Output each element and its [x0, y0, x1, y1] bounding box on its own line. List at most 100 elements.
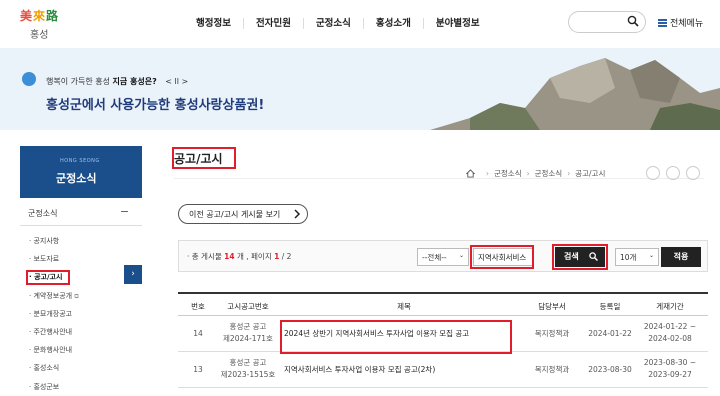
- search-icon[interactable]: [627, 15, 639, 27]
- print-icon[interactable]: [686, 166, 700, 180]
- rock-mountain-image: [430, 58, 720, 130]
- post-count: · 총 게시물 14 개 , 페이지 1 / 2: [187, 251, 291, 262]
- breadcrumb: › 군정소식 › 군정소식 › 공고/고시: [460, 168, 605, 179]
- nav-item-admin-info[interactable]: 행정정보: [184, 18, 244, 29]
- sidebar-item-notice[interactable]: · 공지사항: [20, 232, 142, 250]
- count-value: 14: [224, 252, 235, 261]
- title-divider: [174, 178, 704, 179]
- row-number: 14: [193, 329, 203, 338]
- row-period-end: 2023-09-27: [648, 370, 692, 379]
- filter-bar: · 총 게시물 14 개 , 페이지 1 / 2 --전체-- ⌄ 지역사회서비…: [178, 240, 708, 272]
- breadcrumb-sep: ›: [526, 169, 530, 178]
- breadcrumb-item-2[interactable]: 군정소식: [535, 168, 563, 179]
- play-badge-icon: [22, 72, 36, 86]
- announcement-table: 번호 고시공고번호 제목 담당부서 등록일 게재기간 14 홍성군 공고제202…: [178, 292, 708, 388]
- chevron-down-icon: ⌄: [648, 252, 654, 259]
- breadcrumb-sep: ›: [567, 169, 571, 178]
- row-code-line1: 홍성군 공고: [229, 358, 267, 367]
- table-row[interactable]: 13 홍성군 공고제2023-1515호 지역사회서비스 투자사업 이용자 모집…: [178, 352, 708, 388]
- row-code-line1: 홍성군 공고: [229, 322, 267, 331]
- link-icon[interactable]: [666, 166, 680, 180]
- nav-item-by-field[interactable]: 분야별정보: [424, 18, 492, 29]
- breadcrumb-sep: ›: [486, 169, 489, 178]
- row-dept: 복지정책과: [534, 365, 570, 374]
- header: 美來路 홍성 행정정보 전자민원 군정소식 홍성소개 분야별정보 전체메뉴: [0, 0, 720, 48]
- hamburger-icon: [658, 18, 667, 27]
- prev-posts-button[interactable]: 이전 공고/고시 게시물 보기: [178, 204, 308, 224]
- page-total: / 2: [279, 252, 292, 261]
- row-period-end: 2024-02-08: [648, 334, 692, 343]
- sidebar-header-title: 군정소식: [56, 172, 97, 185]
- header-search-input[interactable]: [568, 11, 646, 33]
- share-icon[interactable]: [646, 166, 660, 180]
- sidebar-item-contract-label: · 계약정보공개: [29, 291, 73, 300]
- search-highlight-box: [552, 244, 608, 270]
- nav-item-about[interactable]: 홍성소개: [364, 18, 424, 29]
- row-date: 2024-01-22: [588, 329, 632, 338]
- nav-item-e-civil[interactable]: 전자민원: [244, 18, 304, 29]
- sidebar-item-culture[interactable]: · 문화행사안내: [20, 341, 142, 359]
- all-menu-label: 전체메뉴: [670, 19, 704, 29]
- sidebar-category-label: 군정소식: [28, 209, 58, 218]
- banner-headline[interactable]: 홍성군에서 사용가능한 홍성사랑상품권!: [46, 94, 264, 113]
- count-suffix: 개 , 페이지: [234, 252, 275, 261]
- main-nav: 행정정보 전자민원 군정소식 홍성소개 분야별정보: [184, 18, 492, 29]
- sidebar-item-bulletin[interactable]: · 홍성군보: [20, 378, 142, 396]
- all-menu-button[interactable]: 전체메뉴: [658, 16, 703, 29]
- search-field-select[interactable]: --전체-- ⌄: [417, 248, 469, 266]
- row-number: 13: [193, 365, 203, 374]
- prev-posts-label: 이전 공고/고시 게시물 보기: [189, 209, 281, 219]
- sidebar-item-grave[interactable]: · 분묘개장공고: [20, 305, 142, 323]
- row-period-start: 2023-08-30 ~: [643, 358, 697, 367]
- sidebar-item-contract[interactable]: · 계약정보공개 ⧉: [20, 287, 142, 305]
- col-date: 등록일: [599, 302, 621, 311]
- count-prefix: · 총 게시물: [187, 252, 225, 261]
- banner[interactable]: 행복이 가득한 홍성 지금 홍성은? < ll > 홍성군에서 사용가능한 홍성…: [0, 48, 720, 130]
- row-date: 2023-08-30: [588, 365, 632, 374]
- breadcrumb-item-1[interactable]: 군정소식: [494, 168, 522, 179]
- row-title-link[interactable]: 지역사회서비스 투자사업 이용자 모집 공고(2차): [284, 364, 524, 376]
- row-dept: 복지정책과: [534, 329, 570, 338]
- row-code-line2: 제2023-1515호: [220, 370, 276, 379]
- logo-sub: 홍성: [30, 30, 49, 41]
- col-period: 게재기간: [656, 302, 684, 311]
- banner-slide-controls[interactable]: < ll >: [165, 77, 188, 86]
- chevron-right-icon: [294, 209, 301, 219]
- nav-item-county-news[interactable]: 군정소식: [304, 18, 364, 29]
- home-icon[interactable]: [466, 169, 475, 178]
- per-page-select[interactable]: 10개 ⌄: [615, 248, 659, 266]
- sidebar-active-arrow-icon[interactable]: ›: [124, 265, 142, 284]
- col-dept: 담당부서: [538, 302, 566, 311]
- col-code: 고시공고번호: [227, 302, 269, 311]
- breadcrumb-item-3[interactable]: 공고/고시: [575, 168, 605, 179]
- sidebar-category[interactable]: 군정소식: [20, 198, 142, 226]
- logo[interactable]: 美來路 홍성: [20, 7, 80, 43]
- title-highlight-box: [172, 147, 236, 169]
- sidebar-list: · 공지사항 · 보도자료 · 공고/고시 · 계약정보공개 ⧉ · 분묘개장공…: [20, 232, 142, 396]
- external-link-icon: ⧉: [74, 292, 79, 300]
- apply-button[interactable]: 적용: [661, 247, 701, 267]
- sidebar-item-weekly[interactable]: · 주간행사안내: [20, 323, 142, 341]
- row-period-start: 2024-01-22 ~: [643, 322, 697, 331]
- banner-subline-bold: 지금 홍성은?: [112, 77, 157, 86]
- row-code: 홍성군 공고제2024-171호: [218, 321, 278, 345]
- highlight-box: [26, 270, 70, 286]
- table-header: 번호 고시공고번호 제목 담당부서 등록일 게재기간: [178, 292, 708, 316]
- row-period: 2023-08-30 ~ 2023-09-27: [638, 357, 702, 381]
- row-code-line2: 제2024-171호: [223, 334, 273, 343]
- row-title-highlight-box: [280, 320, 512, 354]
- per-page-value: 10개: [620, 253, 637, 262]
- sidebar-header: HONG SEONG 군정소식: [20, 146, 142, 198]
- collapse-icon[interactable]: [121, 211, 128, 212]
- row-period: 2024-01-22 ~ 2024-02-08: [638, 321, 702, 345]
- select-value: --전체--: [422, 253, 447, 262]
- banner-subline: 행복이 가득한 홍성 지금 홍성은? < ll >: [46, 76, 188, 87]
- sidebar-header-en: HONG SEONG: [60, 158, 100, 164]
- col-title: 제목: [397, 302, 411, 311]
- sidebar-item-hs-news[interactable]: · 홍성소식: [20, 359, 142, 377]
- banner-subline-prefix: 행복이 가득한 홍성: [46, 77, 110, 86]
- row-code: 홍성군 공고제2023-1515호: [218, 357, 278, 381]
- logo-text: 美來路: [20, 9, 60, 23]
- chevron-down-icon: ⌄: [458, 252, 464, 259]
- col-number: 번호: [191, 302, 205, 311]
